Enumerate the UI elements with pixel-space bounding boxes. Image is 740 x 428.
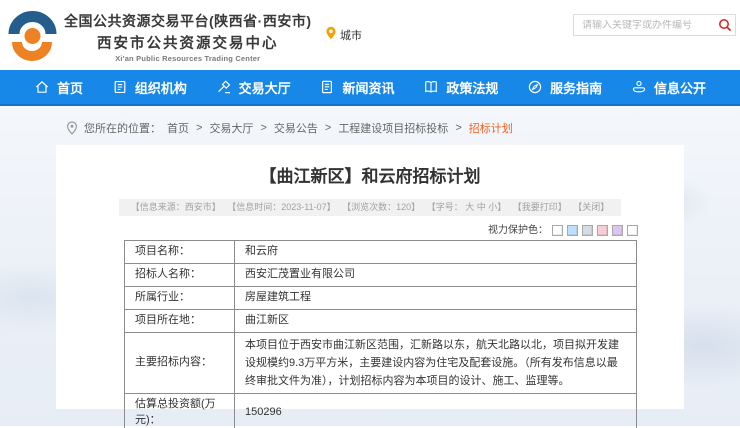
row-value: 曲江新区	[235, 309, 637, 332]
eye-protect-swatch[interactable]	[597, 225, 608, 236]
article-meta-bar: 【信息来源：西安市】 【信息时间：2023-11-07】 【浏览次数：120】 …	[119, 199, 621, 216]
nav-label: 新闻资讯	[342, 78, 394, 97]
eye-protect-swatch[interactable]	[612, 225, 623, 236]
eye-protect-swatch[interactable]	[552, 225, 563, 236]
nav-label: 信息公开	[654, 78, 706, 97]
trading-hall-icon	[216, 79, 232, 95]
search-icon[interactable]	[714, 15, 735, 35]
breadcrumb: 您所在的位置： 首页 > 交易大厅 > 交易公告 > 工程建设项目招标投标 > …	[0, 106, 740, 136]
site-header: 全国公共资源交易平台(陕西省·西安市) 西安市公共资源交易中心 Xi'an Pu…	[0, 0, 740, 70]
row-value: 本项目位于西安市曲江新区范围，汇新路以东，航天北路以北，项目拟开发建设规模约9.…	[235, 332, 637, 393]
row-label: 估算总投资额(万元)：	[125, 394, 235, 428]
table-row: 项目名称： 和云府	[125, 241, 637, 264]
row-label: 项目所在地：	[125, 309, 235, 332]
breadcrumb-item-bid-plan-current[interactable]: 招标计划	[469, 120, 513, 136]
nav-item-info-disclosure[interactable]: 信息公开	[631, 78, 706, 97]
row-label: 所属行业：	[125, 286, 235, 309]
table-row: 主要招标内容： 本项目位于西安市曲江新区范围，汇新路以东，航天北路以北，项目拟开…	[125, 332, 637, 393]
meta-time: 【信息时间：2023-11-07】	[227, 202, 335, 212]
eye-protect-swatch[interactable]	[627, 225, 638, 236]
breadcrumb-separator: >	[196, 122, 202, 134]
policy-icon	[423, 79, 439, 95]
row-label: 项目名称：	[125, 241, 235, 264]
page: 全国公共资源交易平台(陕西省·西安市) 西安市公共资源交易中心 Xi'an Pu…	[0, 0, 740, 428]
content-background: 您所在的位置： 首页 > 交易大厅 > 交易公告 > 工程建设项目招标投标 > …	[0, 106, 740, 426]
nav-label: 交易大厅	[239, 78, 291, 97]
nav-label: 首页	[57, 78, 83, 97]
breadcrumb-item-project-bidding[interactable]: 工程建设项目招标投标	[338, 120, 448, 136]
hand-icon	[631, 79, 647, 95]
location-pin-icon	[325, 26, 337, 43]
main-nav: 首页 组织机构 交易大厅 新闻资讯 政策法规	[0, 70, 740, 106]
breadcrumb-separator: >	[325, 122, 331, 134]
row-label: 招标人名称：	[125, 263, 235, 286]
site-brand[interactable]: 全国公共资源交易平台(陕西省·西安市) 西安市公共资源交易中心 Xi'an Pu…	[8, 9, 312, 63]
project-info-table: 项目名称： 和云府 招标人名称： 西安汇茂置业有限公司 所属行业： 房屋建筑工程…	[124, 240, 637, 428]
nav-label: 组织机构	[135, 78, 187, 97]
table-row: 所属行业： 房屋建筑工程	[125, 286, 637, 309]
site-subtitle-cn: 西安市公共资源交易中心	[64, 32, 312, 53]
service-guide-icon	[527, 79, 543, 95]
row-label: 主要招标内容：	[125, 332, 235, 393]
breadcrumb-prefix: 您所在的位置：	[84, 120, 161, 136]
nav-item-trading-hall[interactable]: 交易大厅	[216, 78, 291, 97]
search-box	[573, 14, 736, 36]
site-title-block: 全国公共资源交易平台(陕西省·西安市) 西安市公共资源交易中心 Xi'an Pu…	[64, 9, 312, 63]
city-label: 城市	[340, 27, 362, 43]
news-icon	[319, 79, 335, 95]
org-icon	[112, 79, 128, 95]
breadcrumb-separator: >	[455, 122, 461, 134]
breadcrumb-item-trading-hall[interactable]: 交易大厅	[209, 120, 253, 136]
meta-views: 【浏览次数：120】	[342, 202, 420, 212]
breadcrumb-pin-icon	[66, 121, 78, 135]
search-input[interactable]	[574, 20, 714, 31]
site-title-en: Xi'an Public Resources Trading Center	[64, 54, 312, 63]
table-row: 估算总投资额(万元)： 150296	[125, 394, 637, 428]
nav-item-service-guide[interactable]: 服务指南	[527, 78, 602, 97]
site-logo-icon	[8, 9, 58, 61]
eye-protect-swatch[interactable]	[582, 225, 593, 236]
row-value: 和云府	[235, 241, 637, 264]
article-title: 【曲江新区】和云府招标计划	[56, 145, 684, 187]
home-icon	[34, 79, 50, 95]
meta-font-size-controls[interactable]: 【字号： 大 中 小】	[427, 202, 507, 212]
article-card: 【曲江新区】和云府招标计划 【信息来源：西安市】 【信息时间：2023-11-0…	[56, 145, 684, 409]
breadcrumb-item-home[interactable]: 首页	[167, 120, 189, 136]
row-value: 150296	[235, 394, 637, 428]
site-title-cn: 全国公共资源交易平台(陕西省·西安市)	[64, 11, 312, 31]
row-value: 西安汇茂置业有限公司	[235, 263, 637, 286]
eye-protect-label: 视力保护色：	[488, 225, 548, 236]
nav-label: 政策法规	[446, 78, 498, 97]
table-row: 项目所在地： 曲江新区	[125, 309, 637, 332]
breadcrumb-separator: >	[260, 122, 266, 134]
print-button[interactable]: 【我要打印】	[513, 202, 567, 212]
eye-protect-swatch[interactable]	[567, 225, 578, 236]
city-selector[interactable]: 城市	[325, 26, 362, 43]
close-button[interactable]: 【关闭】	[573, 202, 609, 212]
meta-source: 【信息来源：西安市】	[131, 202, 221, 212]
nav-item-home[interactable]: 首页	[34, 78, 83, 97]
breadcrumb-item-announcements[interactable]: 交易公告	[274, 120, 318, 136]
nav-item-news[interactable]: 新闻资讯	[319, 78, 394, 97]
table-row: 招标人名称： 西安汇茂置业有限公司	[125, 263, 637, 286]
eye-protect-row: 视力保护色：	[56, 221, 638, 235]
nav-item-policy[interactable]: 政策法规	[423, 78, 498, 97]
row-value: 房屋建筑工程	[235, 286, 637, 309]
nav-item-organization[interactable]: 组织机构	[112, 78, 187, 97]
nav-label: 服务指南	[550, 78, 602, 97]
